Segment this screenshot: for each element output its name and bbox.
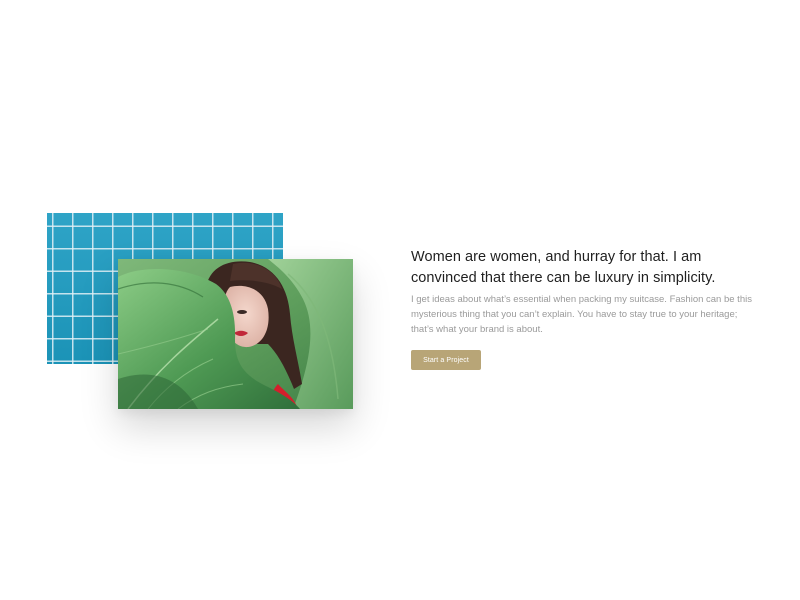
feature-headline: Women are women, and hurray for that. I … — [411, 249, 716, 286]
start-project-button[interactable]: Start a Project — [411, 350, 481, 370]
feature-section: Women are women, and hurray for that. I … — [0, 0, 800, 600]
woman-leaf-photo — [118, 259, 353, 409]
feature-description: I get ideas about what’s essential when … — [411, 294, 752, 335]
